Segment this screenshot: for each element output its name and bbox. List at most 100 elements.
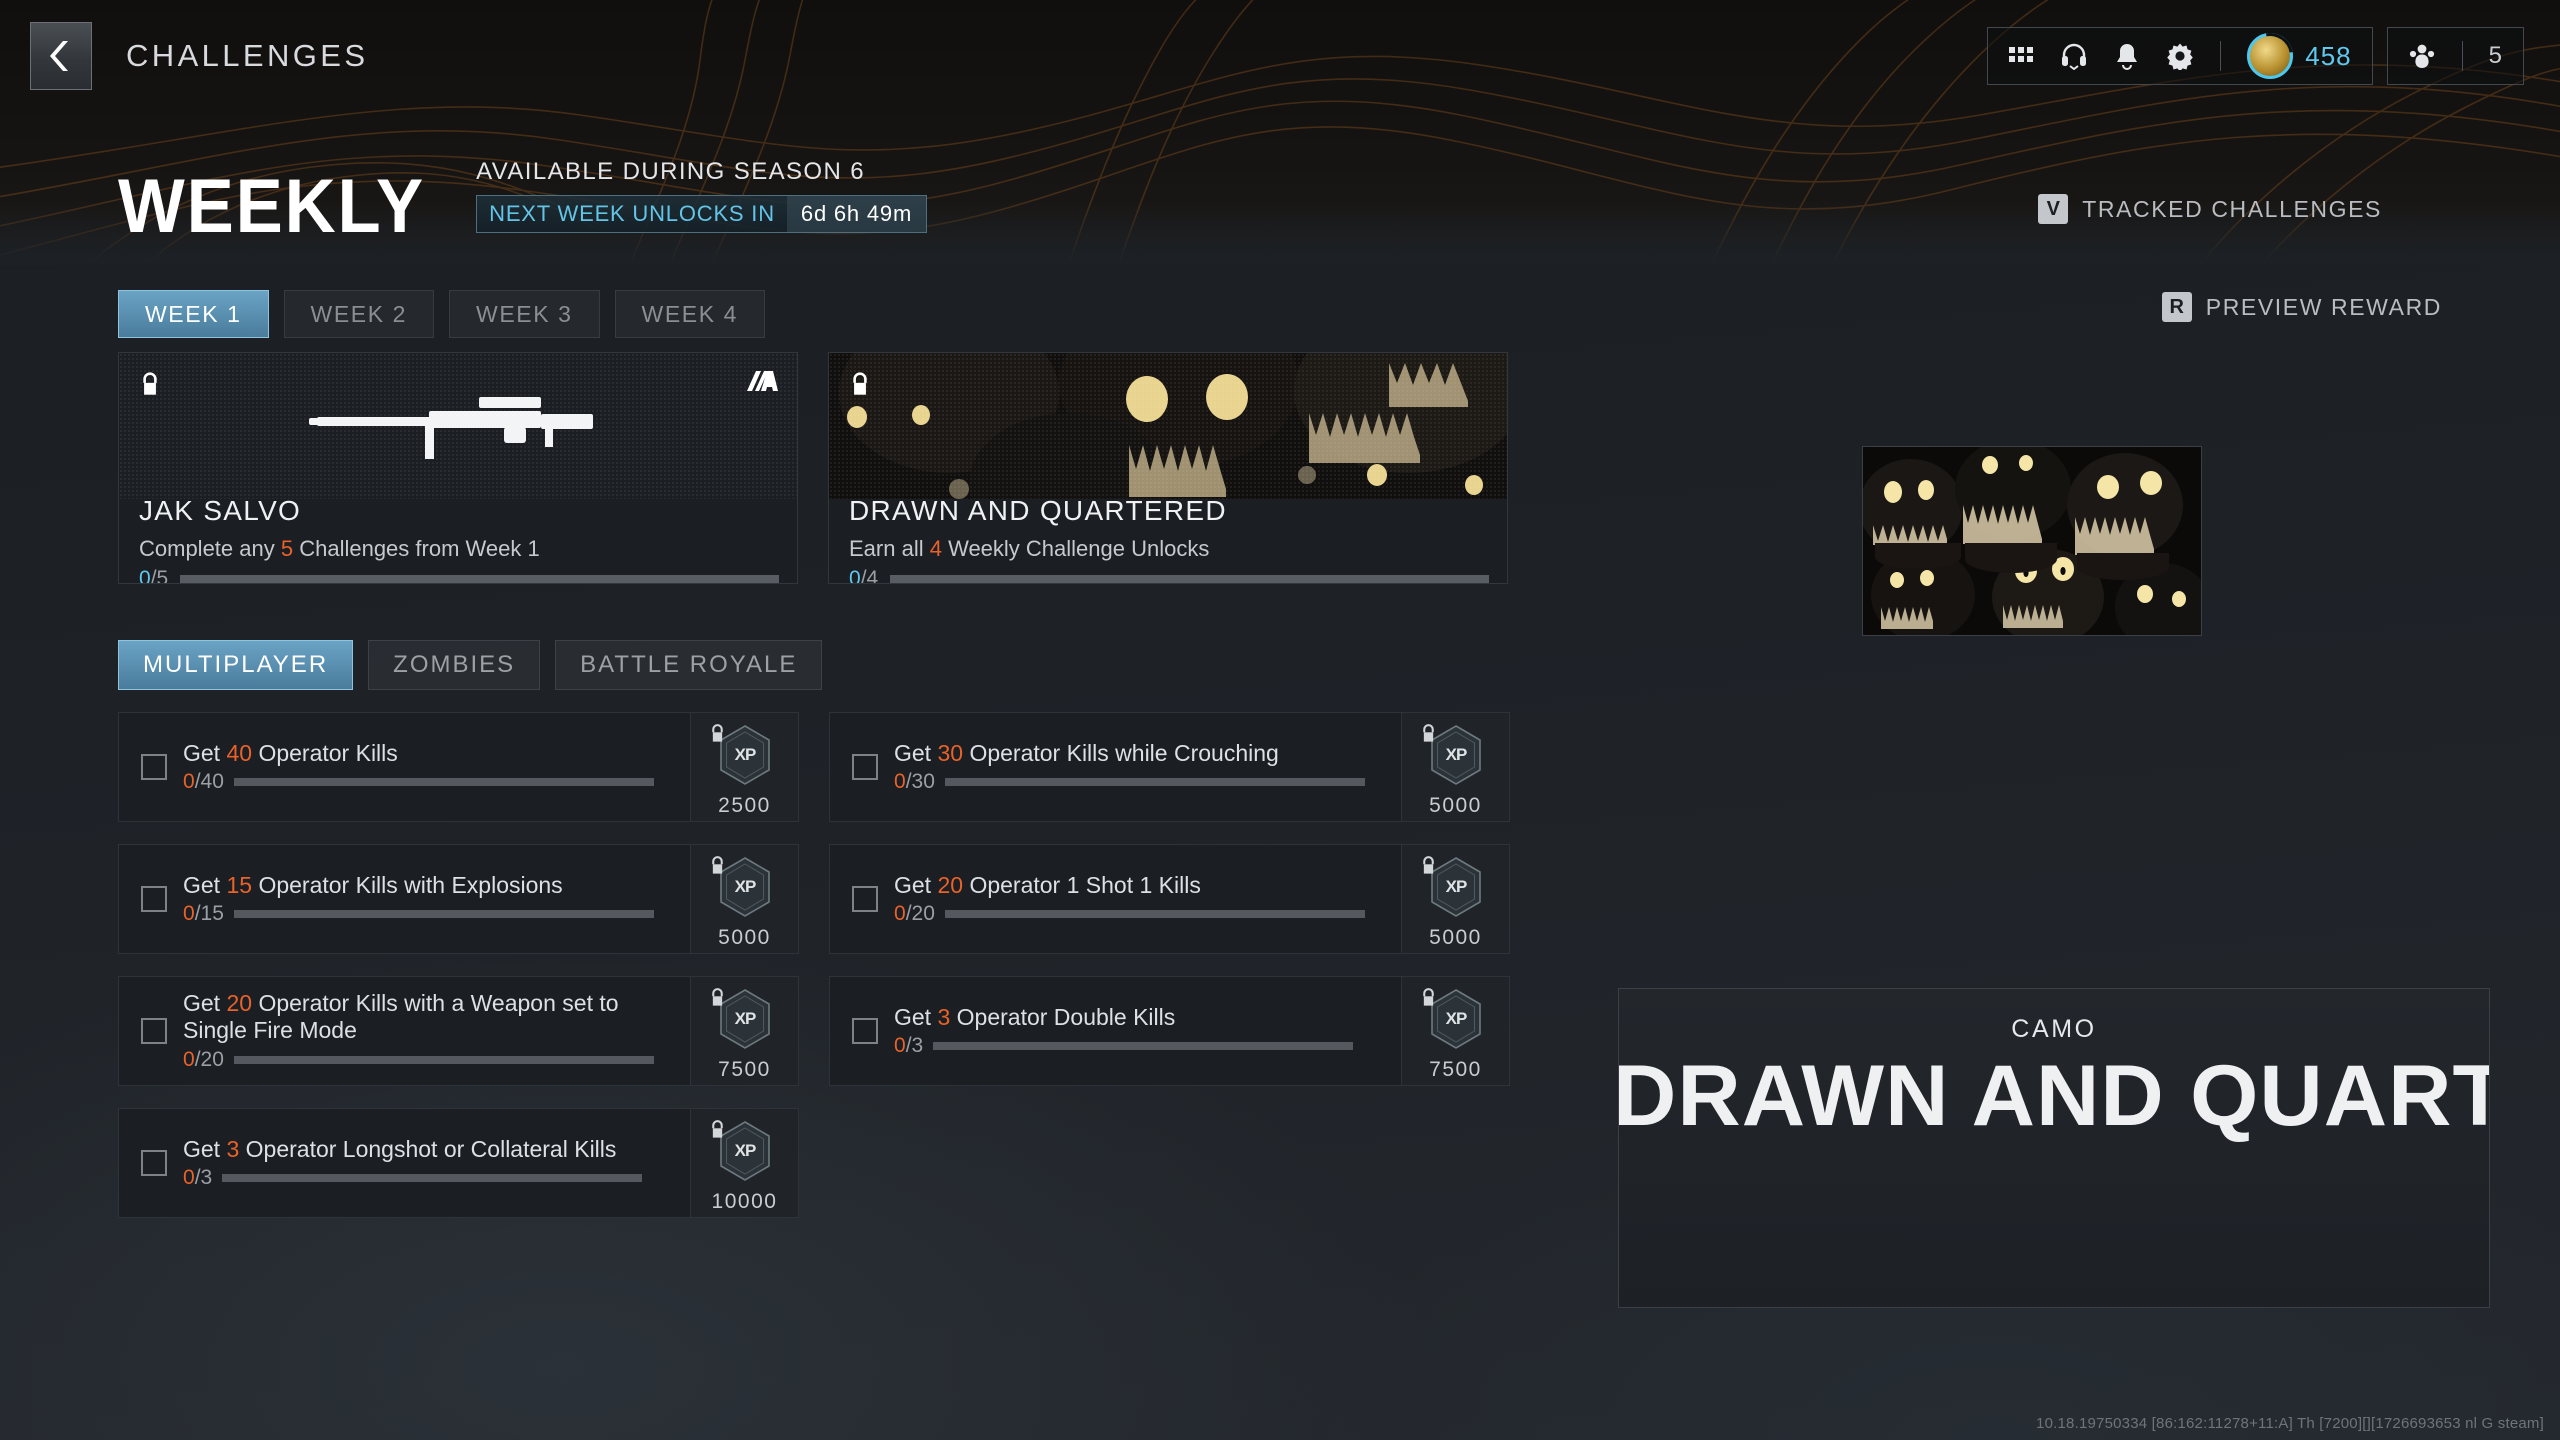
svg-text:XP: XP xyxy=(734,877,755,896)
player-level-badge[interactable]: 458 xyxy=(2247,33,2351,79)
week-tab-4[interactable]: WEEK 4 xyxy=(614,290,766,338)
lock-icon xyxy=(1420,723,1437,750)
mode-tab-multiplayer[interactable]: MULTIPLAYER xyxy=(118,640,354,690)
svg-text:XP: XP xyxy=(1445,877,1466,896)
challenge-reward: XP 5000 xyxy=(690,845,798,953)
gear-icon[interactable] xyxy=(2166,42,2194,70)
challenge-reward: XP 2500 xyxy=(690,713,798,821)
lock-icon xyxy=(712,724,723,742)
title-post: Operator Kills while Crouching xyxy=(963,739,1279,766)
week-tab-2[interactable]: WEEK 2 xyxy=(283,290,435,338)
desc-post: Challenges from Week 1 xyxy=(293,536,540,561)
timer-label: NEXT WEEK UNLOCKS IN xyxy=(489,201,775,226)
xp-amount: 5000 xyxy=(1429,794,1482,817)
camo-name-title: DRAWN AND QUARTERED xyxy=(1618,1048,2489,1144)
reward-name: JAK SALVO xyxy=(139,495,302,526)
challenge-reward: XP 7500 xyxy=(690,977,798,1085)
challenge-progress: 0/20 xyxy=(894,902,1387,926)
challenge-progress-bar xyxy=(944,910,1365,919)
challenge-title: Get 3 Operator Double Kills xyxy=(894,1004,1387,1031)
challenge-body: Get 20 Operator Kills with a Weapon set … xyxy=(167,977,690,1085)
challenge-progress-text: 0/3 xyxy=(183,1166,213,1190)
preview-reward-label: PREVIEW REWARD xyxy=(2205,293,2442,320)
camo-kicker-label: CAMO xyxy=(2011,1015,2097,1043)
reward-card[interactable]: DRAWN AND QUARTERED Earn all 4 Weekly Cha… xyxy=(828,352,1508,584)
challenge-body: Get 15 Operator Kills with Explosions 0/1… xyxy=(167,845,690,953)
attachment-icon xyxy=(745,369,779,398)
challenge-progress: 0/20 xyxy=(183,1048,676,1072)
challenge-checkbox[interactable] xyxy=(141,754,167,780)
challenge-progress-bar xyxy=(933,1042,1354,1051)
reward-progress: 0/5 xyxy=(139,567,779,584)
challenge-row[interactable]: Get 3 Operator Longshot or Collateral Ki… xyxy=(118,1108,799,1218)
page-title: CHALLENGES xyxy=(126,38,369,73)
next-week-timer: NEXT WEEK UNLOCKS IN 6d 6h 49m xyxy=(476,195,928,233)
challenge-progress-text: 0/40 xyxy=(183,770,224,794)
challenge-checkbox[interactable] xyxy=(852,886,878,912)
camo-detail-panel: CAMO DRAWN AND QUARTERED xyxy=(1618,988,2490,1308)
challenge-checkbox[interactable] xyxy=(141,1150,167,1176)
title-pre: Get xyxy=(894,739,938,766)
halftone-overlay xyxy=(119,353,797,499)
reward-card-list: JAK SALVO Complete any 5 Challenges from … xyxy=(118,352,1508,584)
challenge-title: Get 15 Operator Kills with Explosions xyxy=(183,872,676,899)
tracked-challenges-button[interactable]: V TRACKED CHALLENGES xyxy=(2038,194,2382,224)
challenge-row[interactable]: Get 40 Operator Kills 0/40 XP 2500 xyxy=(118,712,799,822)
weekly-meta: AVAILABLE DURING SEASON 6 NEXT WEEK UNLO… xyxy=(476,158,928,241)
lock-icon xyxy=(709,1119,726,1146)
mode-tab-battle-royale[interactable]: BATTLE ROYALE xyxy=(555,640,823,690)
title-pre: Get xyxy=(183,739,227,766)
challenge-checkbox[interactable] xyxy=(852,1018,878,1044)
bell-icon[interactable] xyxy=(2114,42,2140,70)
challenge-checkbox[interactable] xyxy=(141,1018,167,1044)
headphones-icon[interactable] xyxy=(2060,42,2088,70)
level-ring-icon xyxy=(2247,33,2294,79)
xp-amount: 7500 xyxy=(718,1058,771,1081)
xp-amount: 10000 xyxy=(711,1190,778,1213)
back-button[interactable] xyxy=(30,22,92,90)
challenge-row[interactable]: Get 3 Operator Double Kills 0/3 XP 7500 xyxy=(829,976,1510,1086)
challenge-progress-bar xyxy=(222,1174,643,1183)
challenge-row[interactable]: Get 20 Operator 1 Shot 1 Kills 0/20 XP 5000 xyxy=(829,844,1510,954)
challenge-progress-text: 0/15 xyxy=(183,902,224,926)
timer-value: 6d 6h 49m xyxy=(786,196,927,232)
week-tab-1[interactable]: WEEK 1 xyxy=(118,290,269,338)
challenge-title: Get 40 Operator Kills xyxy=(183,740,676,767)
lock-icon xyxy=(1420,987,1437,1014)
header-squad-group[interactable]: 5 xyxy=(2386,27,2524,85)
week-tab-3[interactable]: WEEK 3 xyxy=(449,290,600,338)
mode-tab-zombies[interactable]: ZOMBIES xyxy=(368,640,541,690)
reward-description: Complete any 5 Challenges from Week 1 xyxy=(139,536,540,562)
challenge-row[interactable]: Get 30 Operator Kills while Crouching 0/3… xyxy=(829,712,1510,822)
challenge-row[interactable]: Get 20 Operator Kills with a Weapon set … xyxy=(118,976,799,1086)
title-target-number: 20 xyxy=(226,990,253,1017)
desc-pre: Complete any xyxy=(139,536,281,561)
reward-progress-text: 0/5 xyxy=(139,567,169,584)
title-target-number: 3 xyxy=(226,1135,240,1162)
camo-preview-thumbnail xyxy=(1862,446,2202,636)
lock-icon xyxy=(712,1120,723,1138)
challenge-title: Get 20 Operator Kills with a Weapon set … xyxy=(183,990,676,1043)
grid-icon[interactable] xyxy=(2008,43,2034,69)
xp-count: 458 xyxy=(2305,40,2352,71)
title-post: Operator Double Kills xyxy=(950,1003,1176,1030)
challenge-checkbox[interactable] xyxy=(852,754,878,780)
header-divider xyxy=(2220,41,2222,71)
preview-reward-button[interactable]: R PREVIEW REWARD xyxy=(2161,292,2442,322)
reward-name: DRAWN AND QUARTERED xyxy=(849,495,1227,526)
key-hint-v: V xyxy=(2038,194,2069,224)
challenge-checkbox[interactable] xyxy=(141,886,167,912)
challenge-row[interactable]: Get 15 Operator Kills with Explosions 0/1… xyxy=(118,844,799,954)
weekly-title: WEEKLY xyxy=(118,163,426,249)
weekly-header: WEEKLY AVAILABLE DURING SEASON 6 NEXT WE… xyxy=(118,158,928,249)
title-post: Operator Kills with Explosions xyxy=(252,871,563,898)
challenge-body: Get 20 Operator 1 Shot 1 Kills 0/20 xyxy=(878,845,1401,953)
reward-progress: 0/4 xyxy=(849,567,1489,583)
xp-amount: 2500 xyxy=(718,794,771,817)
reward-card[interactable]: JAK SALVO Complete any 5 Challenges from … xyxy=(118,352,798,584)
lock-icon xyxy=(143,372,157,395)
chevron-left-icon xyxy=(50,41,68,71)
xp-amount: 7500 xyxy=(1429,1058,1482,1081)
challenge-title: Get 20 Operator 1 Shot 1 Kills xyxy=(894,872,1387,899)
reward-artwork xyxy=(119,353,797,499)
